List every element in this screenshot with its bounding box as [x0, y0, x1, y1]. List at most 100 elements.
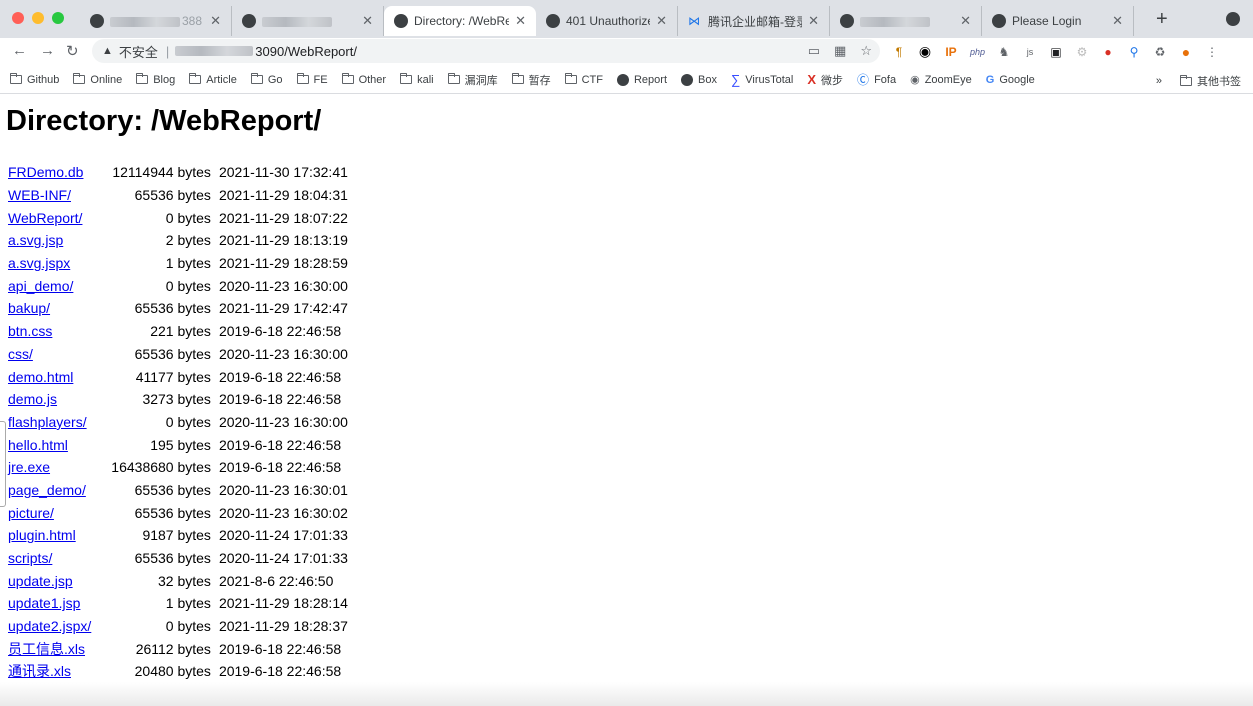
file-link[interactable]: update2.jspx/	[8, 618, 91, 634]
close-icon[interactable]: ✕	[656, 13, 667, 29]
insecure-label[interactable]: 不安全	[119, 42, 158, 61]
file-link[interactable]: 员工信息.xls	[8, 641, 85, 657]
tab[interactable]: Please Login ✕	[982, 6, 1134, 36]
maximize-window-button[interactable]	[52, 12, 64, 24]
file-link[interactable]: hello.html	[8, 437, 68, 453]
close-icon[interactable]: ✕	[808, 13, 819, 29]
bookmark-google[interactable]: G Google	[986, 74, 1035, 86]
ip-extension-icon[interactable]: IP	[944, 45, 958, 59]
file-link[interactable]: demo.js	[8, 391, 57, 407]
tab-active[interactable]: Directory: /WebRep ✕	[384, 6, 536, 36]
tab-search-icon[interactable]	[1226, 12, 1240, 26]
bookmark-微步[interactable]: X 微步	[807, 72, 843, 88]
file-link[interactable]: jre.exe	[8, 459, 50, 475]
bookmark-article[interactable]: Article	[189, 73, 237, 86]
bookmark-report[interactable]: Report	[616, 73, 667, 86]
file-size: 0 bytes	[165, 618, 211, 635]
close-icon[interactable]: ✕	[210, 13, 221, 29]
file-size: 65536 bytes	[134, 187, 211, 204]
reload-icon[interactable]: ↻	[66, 42, 79, 60]
dark-extension-icon[interactable]: ▣	[1049, 45, 1063, 59]
agent-extension-icon[interactable]: ♞	[997, 45, 1011, 59]
qr-code-icon[interactable]: ▦	[834, 43, 846, 59]
menu-icon[interactable]: ⋮	[1205, 45, 1219, 59]
gear-extension-icon[interactable]: ⚙	[1075, 45, 1089, 59]
badge-extension-icon[interactable]: ●	[1101, 45, 1115, 59]
circle-extension-icon[interactable]: ◉	[918, 43, 932, 60]
file-link[interactable]: api_demo/	[8, 278, 73, 294]
globe-icon	[394, 14, 408, 28]
file-size: 3273 bytes	[142, 391, 211, 408]
side-panel-handle[interactable]	[0, 421, 6, 507]
file-link[interactable]: a.svg.jsp	[8, 232, 63, 248]
file-link[interactable]: 通讯录.xls	[8, 663, 71, 679]
bookmark-kali[interactable]: kali	[400, 73, 434, 86]
bookmark-fofa[interactable]: Ⓒ Fofa	[857, 71, 896, 88]
bookmark-other[interactable]: Other	[341, 73, 387, 86]
file-name-cell: bakup/	[6, 297, 109, 320]
file-link[interactable]: css/	[8, 346, 33, 362]
bookmark-github[interactable]: Github	[10, 73, 59, 86]
close-icon[interactable]: ✕	[362, 13, 373, 29]
address-bar[interactable]: ▲ 不安全 | 3090/WebReport/ ▭ ▦ ☆	[92, 39, 880, 63]
file-link[interactable]: update1.jsp	[8, 595, 80, 611]
tab[interactable]: 401 Unauthorized ✕	[536, 6, 678, 36]
minimize-window-button[interactable]	[32, 12, 44, 24]
new-tab-button[interactable]: +	[1156, 8, 1168, 31]
close-icon[interactable]: ✕	[1112, 13, 1123, 29]
bookmark-go[interactable]: Go	[250, 73, 283, 86]
location-extension-icon[interactable]: ⚲	[1127, 45, 1141, 59]
tab-title: 腾讯企业邮箱-登录入	[708, 14, 803, 29]
forward-arrow-icon[interactable]: →	[40, 42, 55, 59]
file-link[interactable]: bakup/	[8, 300, 50, 316]
close-window-button[interactable]	[12, 12, 24, 24]
other-bookmarks[interactable]: 其他书签	[1180, 73, 1241, 89]
file-modified-date: 2019-6-18 22:46:58	[218, 323, 342, 340]
bookmark-star-icon[interactable]: ☆	[860, 43, 872, 59]
cast-icon[interactable]: ▭	[808, 43, 820, 59]
file-link[interactable]: WEB-INF/	[8, 187, 71, 203]
url-text[interactable]: 3090/WebReport/	[255, 44, 357, 59]
tab[interactable]: ⋈ 腾讯企业邮箱-登录入 ✕	[678, 6, 830, 36]
file-link[interactable]: FRDemo.db	[8, 164, 83, 180]
bookmark-virustotal[interactable]: ∑ VirusTotal	[731, 72, 793, 87]
bookmarks-overflow-button[interactable]: »	[1156, 75, 1162, 87]
pilcrow-extension-icon[interactable]: ¶	[892, 45, 906, 59]
file-link[interactable]: page_demo/	[8, 482, 86, 498]
globe-icon	[242, 14, 256, 28]
mail-icon: ⋈	[688, 14, 700, 28]
bookmark-暂存[interactable]: 暂存	[511, 72, 551, 88]
warning-icon[interactable]: ▲	[102, 45, 113, 57]
file-size: 65536 bytes	[134, 504, 211, 521]
file-link[interactable]: picture/	[8, 505, 54, 521]
bookmark-blog[interactable]: Blog	[136, 73, 175, 86]
file-size: 12114944 bytes	[112, 164, 211, 181]
close-icon[interactable]: ✕	[960, 13, 971, 29]
redacted-host	[175, 46, 254, 56]
file-link[interactable]: scripts/	[8, 550, 52, 566]
file-link[interactable]: btn.css	[8, 323, 52, 339]
puzzle-extensions-icon[interactable]: ♻	[1153, 45, 1167, 59]
php-extension-icon[interactable]: php	[970, 47, 985, 57]
file-link[interactable]: demo.html	[8, 369, 73, 385]
bookmark-ctf[interactable]: CTF	[564, 73, 603, 86]
bookmark-label: Other	[358, 73, 387, 86]
close-icon[interactable]: ✕	[515, 13, 526, 29]
file-link[interactable]: flashplayers/	[8, 414, 87, 430]
js-extension-icon[interactable]: js	[1023, 47, 1037, 57]
file-link[interactable]: plugin.html	[8, 527, 76, 543]
file-link[interactable]: WebReport/	[8, 210, 82, 226]
bookmark-fe[interactable]: FE	[296, 73, 328, 86]
tab[interactable]: ✕	[232, 6, 384, 36]
bookmark-zoomeye[interactable]: ◉ ZoomEye	[910, 73, 972, 87]
bookmark-online[interactable]: Online	[73, 73, 122, 86]
folder-icon	[400, 73, 413, 84]
tab[interactable]: 388 ✕	[80, 6, 232, 36]
bookmark-漏洞库[interactable]: 漏洞库	[447, 72, 498, 88]
back-arrow-icon[interactable]: ←	[12, 42, 27, 59]
avatar[interactable]: ●	[1179, 44, 1193, 60]
bookmark-box[interactable]: Box	[681, 73, 717, 86]
file-link[interactable]: update.jsp	[8, 573, 73, 589]
tab[interactable]: ✕	[830, 6, 982, 36]
file-link[interactable]: a.svg.jspx	[8, 255, 70, 271]
